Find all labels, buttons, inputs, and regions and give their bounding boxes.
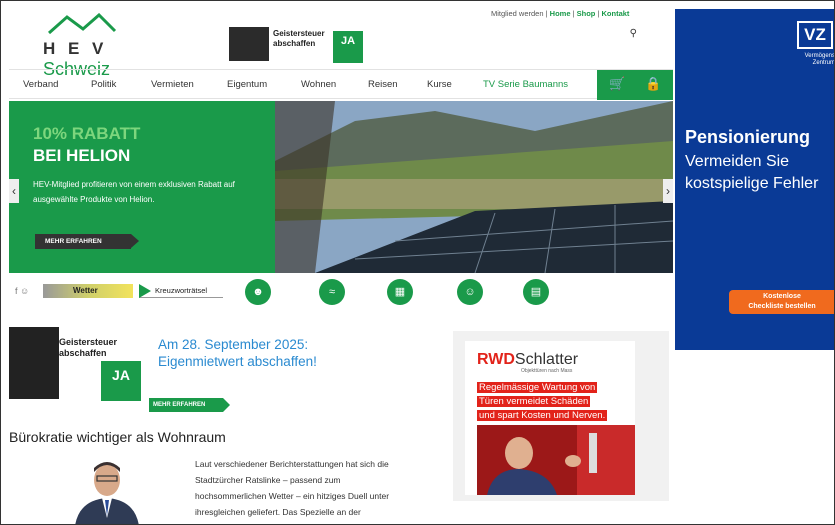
article-title[interactable]: Bürokratie wichtiger als Wohnraum [9, 429, 226, 445]
geistersteuer-header-banner[interactable]: Geistersteuer abschaffen JA [229, 23, 365, 63]
rwd-ad-text: Regelmässige Wartung von Türen vermeidet… [477, 382, 608, 421]
link-kontakt[interactable]: Kontakt [602, 9, 630, 18]
teaser-headline[interactable]: Am 28. September 2025: Eigenmietwert abs… [158, 336, 317, 370]
advisor-icon[interactable]: ☺ [457, 279, 483, 305]
wetter-link[interactable]: Wetter [43, 284, 133, 298]
nav-wohnen[interactable]: Wohnen [301, 79, 336, 90]
nav-reisen[interactable]: Reisen [368, 79, 398, 90]
ja-badge: JA [333, 31, 363, 63]
kreuzwortraetsel-link[interactable]: Kreuzworträtsel [139, 284, 223, 298]
nav-kurse[interactable]: Kurse [427, 79, 452, 90]
teaser-more-button[interactable]: MEHR ERFAHREN [149, 398, 230, 412]
shop-box: 🛒 🔒 [597, 70, 673, 100]
rwd-schlatter-ad[interactable]: RWDSchlatter Objekttüren nach Mass Regel… [453, 331, 669, 501]
play-icon [139, 284, 151, 298]
search-icon[interactable]: ⚲ [630, 28, 637, 39]
house-image [9, 327, 59, 399]
side-ad-cta-button[interactable]: Kostenlose Checkliste bestellen [729, 290, 834, 314]
link-shop[interactable]: Shop [577, 9, 596, 18]
roof-icon [48, 13, 117, 35]
side-ad-subline: Vermeiden Sie kostspielige Fehler [685, 153, 819, 192]
hero-photo-solar-panels [275, 101, 673, 273]
hero-headline: 10% RABATT BEI HELION [33, 124, 141, 165]
rwd-tagline: Objekttüren nach Mass [521, 368, 573, 374]
author-portrait [69, 456, 143, 524]
slider-prev-button[interactable]: ‹ [9, 179, 19, 203]
quick-links-row: f ☺ Wetter Kreuzworträtsel ☻ ≈ ▦ ☺ ▤ [9, 279, 673, 305]
search-field[interactable]: ⚲ [481, 26, 641, 42]
link-mitglied[interactable]: Mitglied werden [491, 9, 544, 18]
main-nav: Verband Politik Vermieten Eigentum Wohne… [9, 69, 673, 100]
cart-icon[interactable]: 🛒 [609, 76, 625, 92]
vz-logo-sub: Vermögens Zentrum [804, 53, 835, 66]
chart-icon[interactable]: ≈ [319, 279, 345, 305]
rwd-technician-photo [477, 425, 635, 495]
nav-politik[interactable]: Politik [91, 79, 116, 90]
hero-more-button[interactable]: MEHR ERFAHREN [35, 234, 139, 249]
rwd-ad-card: RWDSchlatter Objekttüren nach Mass Regel… [465, 341, 635, 495]
people-icon[interactable]: ☻ [245, 279, 271, 305]
vermoegenszentrum-ad[interactable]: VZ Vermögens Zentrum Pensionierung Verme… [675, 9, 835, 350]
ja-badge: JA [101, 361, 141, 401]
nav-tv-serie[interactable]: TV Serie Baumanns [483, 79, 568, 90]
house-image [229, 27, 269, 61]
link-home[interactable]: Home [550, 9, 571, 18]
rwd-logo: RWDSchlatter [477, 351, 579, 368]
slider-next-button[interactable]: › [663, 179, 673, 203]
social-icons[interactable]: f ☺ [15, 286, 29, 296]
teaser-banner-text: Geistersteuer abschaffen [59, 337, 118, 358]
document-icon[interactable]: ▤ [523, 279, 549, 305]
hero-text-panel: 10% RABATT BEI HELION HEV-Mitglied profi… [9, 101, 275, 273]
lock-icon[interactable]: 🔒 [645, 76, 661, 92]
vz-logo: VZ [797, 21, 833, 49]
hero-description: HEV-Mitglied profitieren von einem exklu… [33, 180, 235, 204]
banner-text: Geistersteuer abschaffen [273, 29, 325, 48]
calculator-icon[interactable]: ▦ [387, 279, 413, 305]
page: H E V Schweiz Geistersteuer abschaffen J… [0, 0, 835, 525]
nav-eigentum[interactable]: Eigentum [227, 79, 267, 90]
side-ad-headline: Pensionierung [685, 127, 811, 147]
geistersteuer-teaser-image[interactable]: Geistersteuer abschaffen JA [9, 327, 145, 401]
hev-logo[interactable]: H E V Schweiz [29, 13, 169, 79]
article-excerpt: Laut verschiedener Berichterstattungen h… [195, 459, 390, 524]
nav-verband[interactable]: Verband [23, 79, 58, 90]
hero-slider: 10% RABATT BEI HELION HEV-Mitglied profi… [9, 101, 673, 273]
top-links: Mitglied werden | Home | Shop | Kontakt [491, 9, 630, 18]
nav-vermieten[interactable]: Vermieten [151, 79, 194, 90]
